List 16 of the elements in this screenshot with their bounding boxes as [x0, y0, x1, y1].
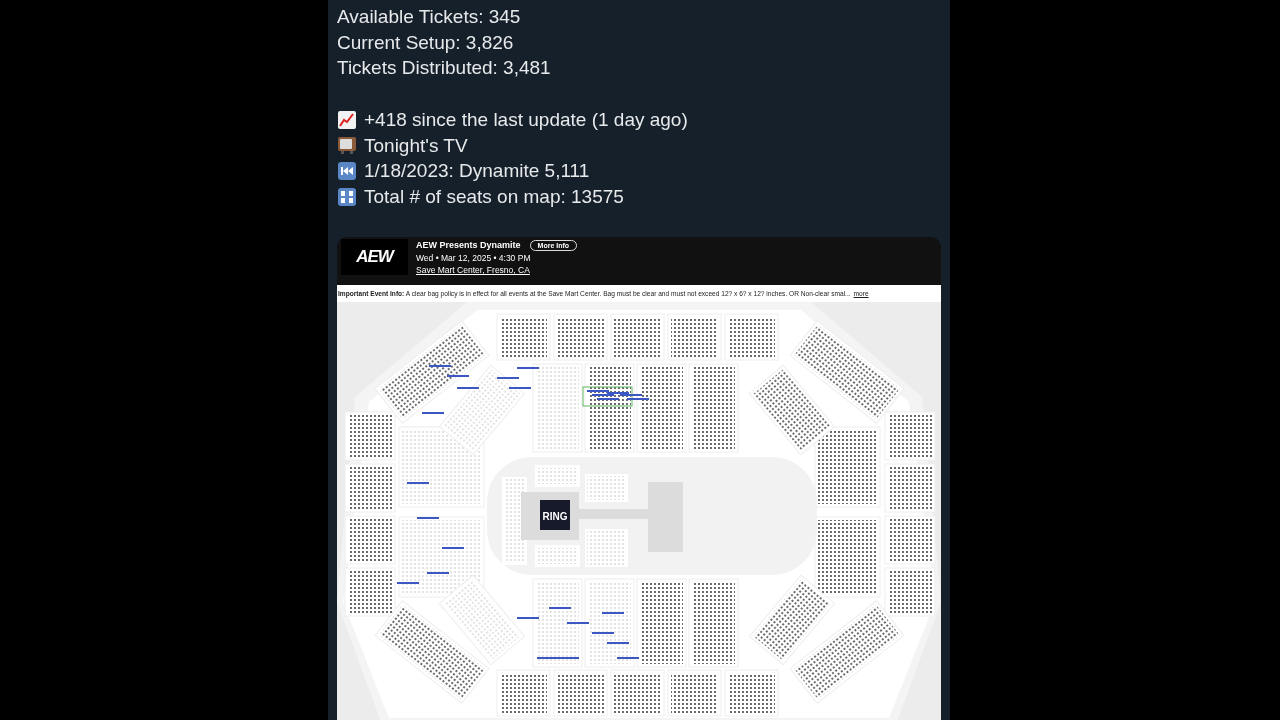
logo: AEW: [341, 238, 408, 275]
update-line: Tonight's TV: [364, 133, 468, 158]
rewind-icon: [337, 161, 357, 182]
update-line: +418 since the last update (1 day ago): [364, 107, 688, 132]
stat-line: Tickets Distributed: 3,481: [337, 56, 551, 81]
chart-icon: [337, 109, 357, 130]
update-line: 1/18/2023: Dynamite 5,111: [364, 159, 590, 184]
stat-line: Available Tickets: 345: [337, 5, 521, 29]
event-date: Wed • Mar 12, 2025 • 4:30 PM: [416, 252, 532, 263]
update-line: Total # of seats on map: 13575: [364, 184, 624, 209]
tv-icon: [337, 135, 357, 156]
stat-line: Current Setup: 3,826: [337, 30, 514, 55]
venue-link[interactable]: Save Mart Center, Fresno, CA: [416, 264, 530, 275]
ring-label: RING: [542, 510, 568, 522]
event-title: AEW Presents Dynamite: [416, 240, 521, 251]
keypad-icon: [337, 186, 357, 207]
